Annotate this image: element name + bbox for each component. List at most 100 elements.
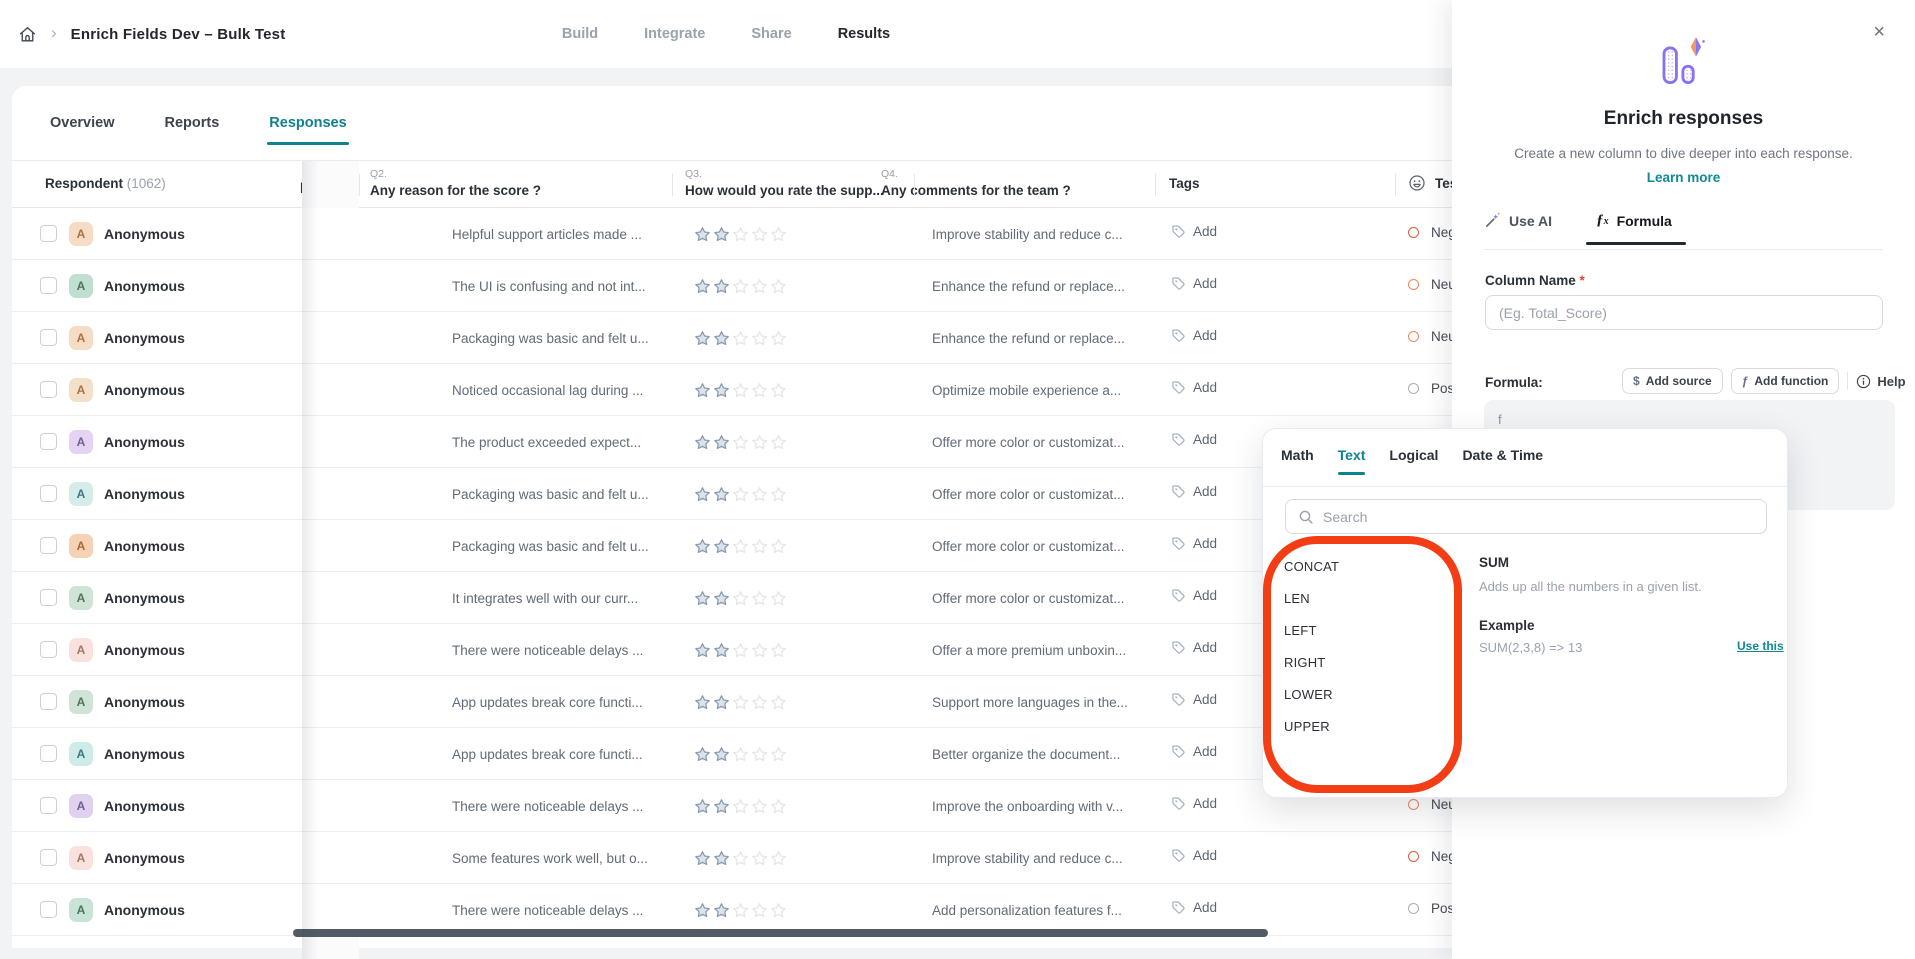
function-item-upper[interactable]: UPPER [1284,711,1464,743]
table-row[interactable]: AAnonymousSome features work well, but o… [12,832,1482,884]
star-icon [732,902,749,919]
rating-stars [694,590,787,607]
add-source-button[interactable]: $ Add source [1622,368,1723,394]
tag-icon [1171,328,1186,343]
function-item-lower[interactable]: LOWER [1284,679,1464,711]
function-picker-popup: Math Text Logical Date & Time CONCATLENLEFT… [1262,428,1788,798]
nav-item-results[interactable]: Results [838,26,890,42]
star-icon [751,382,768,399]
function-item-concat[interactable]: CONCAT [1284,551,1464,583]
add-tag-button[interactable]: Add [1171,796,1217,811]
rating-stars [694,486,787,503]
category-tab-math[interactable]: Math [1281,447,1314,475]
row-checkbox[interactable] [40,797,57,814]
nav-item-share[interactable]: Share [751,26,791,42]
star-icon [770,798,787,815]
add-function-button[interactable]: ƒ Add function [1731,368,1840,394]
q2-answer-cell: Helpful support articles made ... [452,227,642,242]
table-row[interactable]: AAnonymousNoticed occasional lag during … [12,364,1482,416]
star-icon [713,226,730,243]
tab-overview[interactable]: Overview [48,101,117,145]
add-tag-button[interactable]: Add [1171,848,1217,863]
q4-answer-cell: Improve the onboarding with v... [932,799,1123,814]
tag-icon [1171,432,1186,447]
row-checkbox[interactable] [40,849,57,866]
row-checkbox[interactable] [40,693,57,710]
tab-responses[interactable]: Responses [267,101,348,145]
column-name-input[interactable] [1485,295,1883,330]
row-checkbox[interactable] [40,381,57,398]
enrich-bars-sparkle-icon [1452,36,1915,88]
category-tab-text[interactable]: Text [1338,447,1366,475]
function-item-len[interactable]: LEN [1284,583,1464,615]
category-tab-logical[interactable]: Logical [1389,447,1438,475]
row-checkbox[interactable] [40,225,57,242]
q4-answer-cell: Offer more color or customizat... [932,591,1125,606]
table-row[interactable]: AAnonymousThe UI is confusing and not in… [12,260,1482,312]
table-row[interactable]: AAnonymousHelpful support articles made … [12,208,1482,260]
use-this-link[interactable]: Use this [1737,639,1784,653]
add-tag-button[interactable]: Add [1171,484,1217,499]
panel-tab-formula[interactable]: ƒxFormula [1596,212,1672,245]
add-tag-button[interactable]: Add [1171,692,1217,707]
top-navigation: Build Integrate Share Results [0,0,1452,68]
category-tab-date-time[interactable]: Date & Time [1462,447,1543,475]
panel-tab-use-ai[interactable]: Use AI [1484,212,1552,245]
rating-stars [694,538,787,555]
star-icon [713,486,730,503]
star-icon [713,382,730,399]
add-tag-button[interactable]: Add [1171,744,1217,759]
horizontal-scrollbar[interactable] [293,929,1268,937]
view-tab-bar: Overview Reports Responses [48,100,349,146]
row-checkbox[interactable] [40,277,57,294]
star-icon [732,694,749,711]
add-tag-button[interactable]: Add [1171,276,1217,291]
avatar: A [69,638,93,662]
add-tag-button[interactable]: Add [1171,536,1217,551]
star-icon [770,382,787,399]
learn-more-link[interactable]: Learn more [1452,170,1915,185]
q4-answer-cell: Better organize the document... [932,747,1120,762]
add-tag-button[interactable]: Add [1171,900,1217,915]
row-checkbox[interactable] [40,901,57,918]
tags-column-header: Tags [1169,176,1200,191]
avatar: A [69,898,93,922]
row-checkbox[interactable] [40,745,57,762]
add-tag-button[interactable]: Add [1171,224,1217,239]
row-checkbox[interactable] [40,537,57,554]
search-input[interactable] [1323,509,1754,525]
row-checkbox[interactable] [40,329,57,346]
table-row[interactable]: AAnonymousThere were noticeable delays .… [12,780,1482,832]
help-button[interactable]: Help [1856,374,1905,389]
function-item-left[interactable]: LEFT [1284,615,1464,647]
nav-item-build[interactable]: Build [562,26,598,42]
sentiment-icon [1408,851,1419,862]
function-item-right[interactable]: RIGHT [1284,647,1464,679]
star-icon [713,902,730,919]
tag-icon [1171,276,1186,291]
table-row[interactable]: AAnonymousPackaging was basic and felt u… [12,312,1482,364]
tag-icon [1171,380,1186,395]
row-checkbox[interactable] [40,485,57,502]
nav-item-integrate[interactable]: Integrate [644,26,705,42]
respondent-column-header: Respondent (1062) [45,176,166,191]
respondent-name: Anonymous [104,642,185,658]
rating-stars [694,850,787,867]
q2-answer-cell: Packaging was basic and felt u... [452,539,649,554]
add-tag-button[interactable]: Add [1171,380,1217,395]
add-tag-button[interactable]: Add [1171,640,1217,655]
tag-icon [1171,640,1186,655]
row-checkbox[interactable] [40,641,57,658]
add-tag-button[interactable]: Add [1171,588,1217,603]
sentiment-icon [1408,799,1419,810]
tab-reports[interactable]: Reports [163,101,222,145]
star-icon [713,694,730,711]
star-icon [713,278,730,295]
add-tag-button[interactable]: Add [1171,328,1217,343]
add-tag-button[interactable]: Add [1171,432,1217,447]
avatar: A [69,690,93,714]
respondent-name: Anonymous [104,694,185,710]
row-checkbox[interactable] [40,433,57,450]
sentiment-icon [1408,383,1419,394]
row-checkbox[interactable] [40,589,57,606]
